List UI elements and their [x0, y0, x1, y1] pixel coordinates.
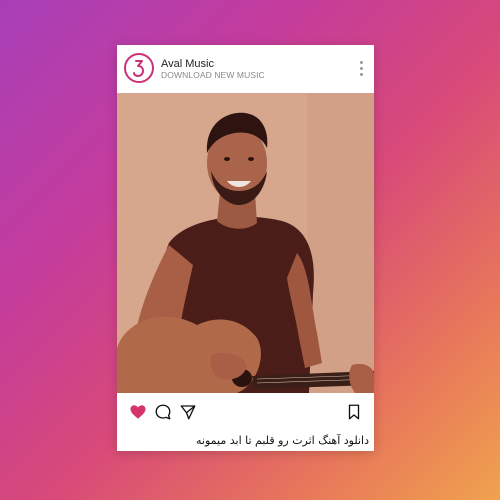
post-caption: دانلود آهنگ اثرت رو قلبم تا ابد میمونه: [196, 434, 369, 447]
post-card: Aval Music DOWNLOAD NEW MUSIC دانلود آهن…: [117, 45, 374, 451]
comment-bubble-icon[interactable]: [154, 403, 172, 421]
account-name[interactable]: Aval Music: [161, 58, 214, 70]
heart-icon[interactable]: [129, 403, 147, 421]
bookmark-icon[interactable]: [345, 403, 363, 421]
account-avatar[interactable]: [124, 53, 154, 83]
post-photo: [117, 93, 374, 393]
vertical-dots-icon[interactable]: [360, 61, 364, 77]
post-header: Aval Music DOWNLOAD NEW MUSIC: [117, 45, 374, 93]
music-note-icon: [133, 60, 144, 77]
photo-illustration: [117, 93, 374, 393]
send-paper-plane-icon[interactable]: [179, 403, 197, 421]
account-tagline: DOWNLOAD NEW MUSIC: [161, 70, 265, 80]
post-actions: [117, 393, 374, 429]
